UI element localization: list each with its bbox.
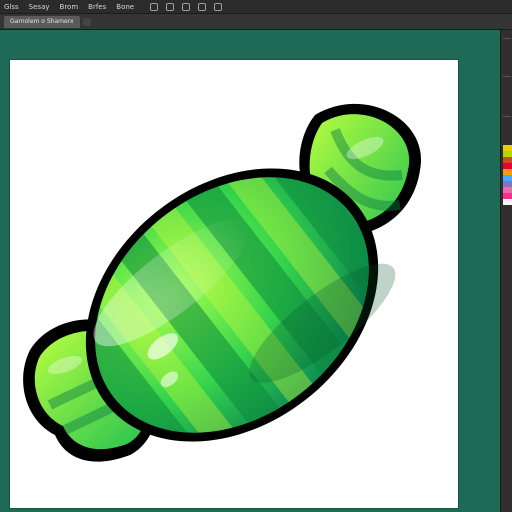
editor-window: Glss Sesay Brom Brfes Bone Garnolem o Sh… <box>0 0 512 512</box>
menu-item-1[interactable]: Glss <box>4 0 19 14</box>
menu-item-3[interactable]: Brom <box>60 0 79 14</box>
window-control-icon[interactable] <box>182 2 191 11</box>
window-control-icon[interactable] <box>150 2 159 11</box>
menu-bar: Glss Sesay Brom Brfes Bone <box>0 0 512 14</box>
panel-divider <box>503 38 511 39</box>
options-bar: Garnolem o Shamerx <box>0 14 512 30</box>
document-canvas[interactable] <box>10 60 458 508</box>
menu-item-2[interactable]: Sesay <box>29 0 50 14</box>
right-panel <box>500 30 512 512</box>
menu-icons <box>150 2 223 11</box>
panel-divider <box>503 116 511 117</box>
panel-divider <box>503 76 511 77</box>
window-control-icon[interactable] <box>214 2 223 11</box>
window-control-icon[interactable] <box>166 2 175 11</box>
menu-item-4[interactable]: Brfes <box>88 0 106 14</box>
color-swatch[interactable] <box>503 199 512 205</box>
canvas-area[interactable] <box>0 30 500 512</box>
swatches-panel <box>503 145 512 205</box>
candy-artwork <box>23 103 422 486</box>
menu-item-5[interactable]: Bone <box>116 0 134 14</box>
window-control-icon[interactable] <box>198 2 207 11</box>
close-icon[interactable] <box>82 17 91 26</box>
document-tab[interactable]: Garnolem o Shamerx <box>4 15 80 28</box>
